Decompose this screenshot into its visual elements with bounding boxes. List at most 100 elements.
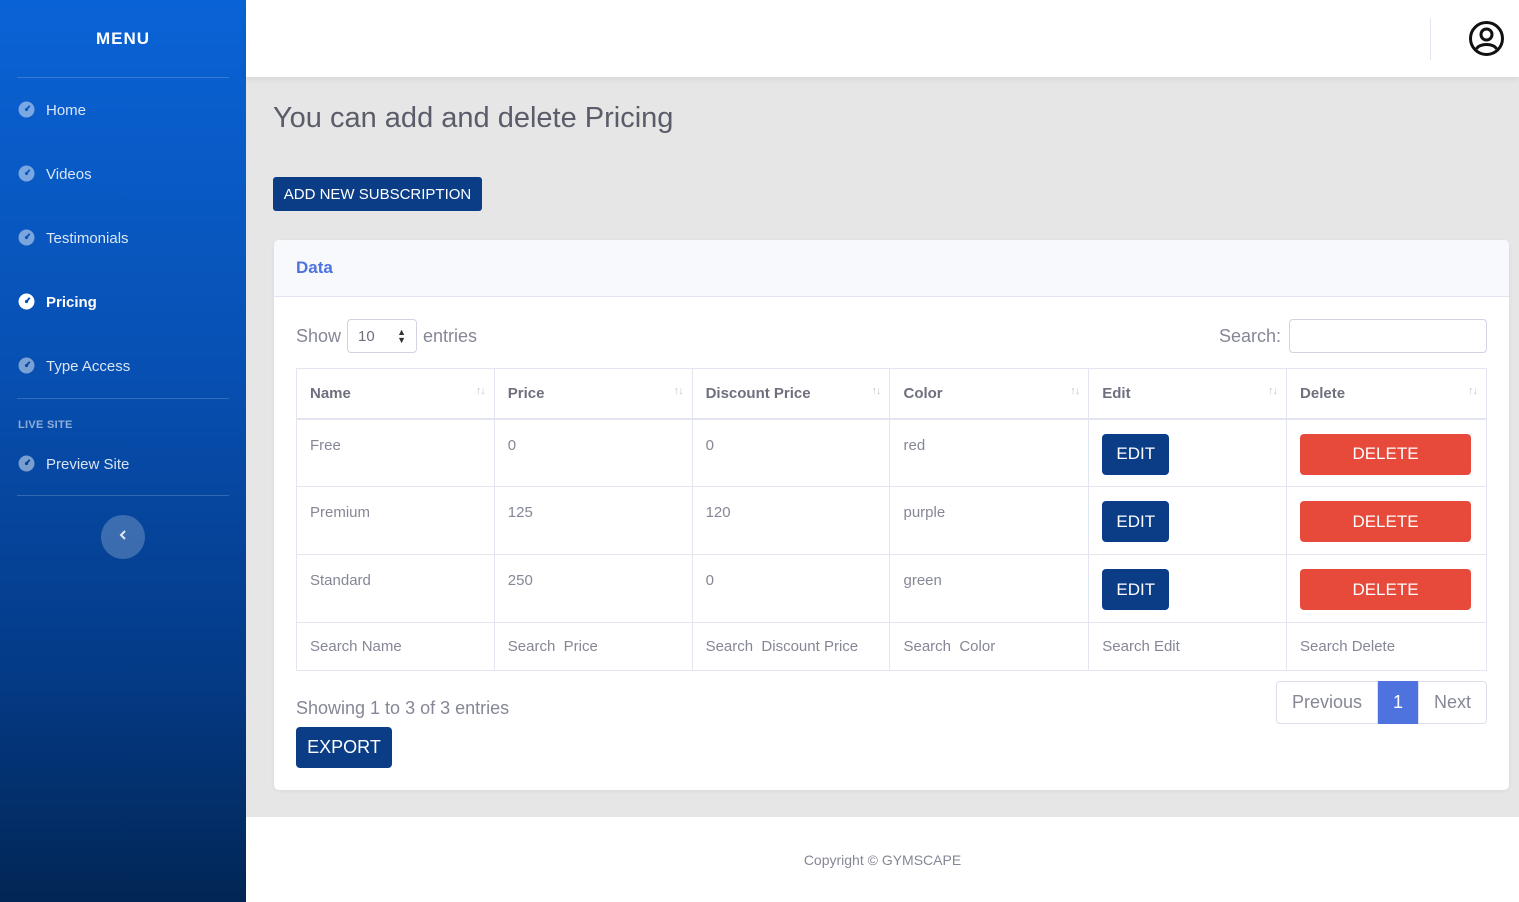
- table-search: Search:: [1219, 319, 1487, 353]
- sidebar-item-home[interactable]: Home: [0, 78, 246, 142]
- pagination-page-1[interactable]: 1: [1378, 681, 1418, 724]
- sidebar-item-type-access[interactable]: Type Access: [0, 334, 246, 398]
- edit-button[interactable]: EDIT: [1102, 569, 1170, 610]
- column-header-label: Color: [903, 384, 943, 402]
- sort-icon: ↑↓: [1268, 385, 1278, 397]
- cell-color: green: [889, 554, 1090, 623]
- sidebar-item-label: Videos: [46, 165, 92, 183]
- cell-name: Free: [296, 418, 495, 487]
- column-header-price[interactable]: Price ↑↓: [493, 368, 693, 420]
- cell-discount-price: 0: [691, 418, 891, 487]
- sidebar-item-testimonials[interactable]: Testimonials: [0, 206, 246, 270]
- cell-color: red: [889, 418, 1090, 487]
- entries-label: entries: [423, 325, 478, 346]
- cell-name: Standard: [296, 554, 495, 623]
- cell-edit: EDIT: [1088, 418, 1288, 487]
- page-title: You can add and delete Pricing: [273, 102, 674, 134]
- search-label: Search:: [1218, 325, 1281, 346]
- column-header-color[interactable]: Color ↑↓: [889, 368, 1090, 420]
- search-delete-field[interactable]: Search Delete: [1286, 622, 1487, 671]
- sidebar-divider: [17, 495, 229, 496]
- delete-button[interactable]: DELETE: [1300, 501, 1472, 542]
- cell-discount-price: 0: [691, 554, 891, 623]
- tachometer-icon: [18, 229, 36, 247]
- sidebar: MENU Home Videos Testimonials Pricing Ty…: [0, 0, 246, 902]
- cell-delete: DELETE: [1286, 486, 1487, 555]
- column-search-row: Search Name Search Price Search Discount…: [296, 622, 1487, 671]
- sort-updown-icon: ▲ ▼: [397, 327, 407, 345]
- data-card: Data Show 10 ▲ ▼ entries Search: Name ↑↓ P…: [274, 240, 1509, 790]
- entries-length-control: Show 10 ▲ ▼ entries: [296, 319, 477, 353]
- search-price-field[interactable]: Search Price: [493, 622, 693, 671]
- show-label: Show: [296, 325, 342, 346]
- sidebar-heading: LIVE SITE: [18, 419, 73, 431]
- table-header-row: Name ↑↓ Price ↑↓ Discount Price ↑↓ Color ↑↓ …: [296, 368, 1487, 420]
- sort-icon: ↑↓: [1070, 385, 1080, 397]
- column-header-discount-price[interactable]: Discount Price ↑↓: [691, 368, 891, 420]
- search-color-field[interactable]: Search Color: [889, 622, 1090, 671]
- edit-button[interactable]: EDIT: [1102, 501, 1170, 542]
- pagination-previous[interactable]: Previous: [1276, 681, 1378, 724]
- footer: Copyright © GYMSCAPE: [246, 817, 1519, 902]
- column-header-label: Price: [507, 384, 545, 402]
- column-header-delete[interactable]: Delete ↑↓: [1286, 368, 1487, 420]
- sort-icon: ↑↓: [1468, 385, 1478, 397]
- add-subscription-button[interactable]: ADD NEW SUBSCRIPTION: [273, 177, 482, 211]
- edit-button[interactable]: EDIT: [1102, 433, 1170, 475]
- pagination: Previous 1 Next: [1276, 681, 1487, 724]
- search-edit-field[interactable]: Search Edit: [1088, 622, 1288, 671]
- user-circle-icon[interactable]: [1468, 20, 1505, 57]
- column-header-label: Name: [310, 384, 351, 402]
- sidebar-item-label: Preview Site: [46, 455, 130, 473]
- cell-price: 125: [493, 486, 693, 555]
- entries-select-value: 10: [358, 327, 375, 345]
- sidebar-item-label: Pricing: [46, 293, 97, 311]
- sort-icon: ↑↓: [871, 385, 881, 397]
- pagination-next[interactable]: Next: [1418, 681, 1487, 724]
- tachometer-icon: [18, 455, 36, 473]
- column-header-edit[interactable]: Edit ↑↓: [1088, 368, 1288, 420]
- table-row: Standard 250 0 green EDIT DELETE: [296, 554, 1487, 623]
- cell-edit: EDIT: [1088, 486, 1288, 555]
- search-discount-price-field[interactable]: Search Discount Price: [691, 622, 891, 671]
- table-row: Premium 125 120 purple EDIT DELETE: [296, 486, 1487, 555]
- sort-icon: ↑↓: [475, 385, 486, 397]
- cell-color: purple: [889, 486, 1090, 555]
- table-row: Free 0 0 red EDIT DELETE: [296, 418, 1487, 487]
- chevron-left-icon: [117, 528, 129, 546]
- copyright-text: Copyright © GYMSCAPE: [803, 851, 962, 868]
- column-header-label: Discount Price: [705, 384, 811, 402]
- sidebar-item-label: Home: [46, 101, 87, 119]
- cell-price: 0: [493, 418, 693, 487]
- cell-discount-price: 120: [691, 486, 891, 555]
- cell-price: 250: [493, 554, 693, 623]
- tachometer-icon: [18, 101, 36, 119]
- sidebar-brand: MENU: [95, 28, 151, 48]
- sidebar-toggle-button[interactable]: [101, 515, 145, 559]
- cell-delete: DELETE: [1286, 418, 1487, 487]
- tachometer-icon: [18, 293, 36, 311]
- column-header-label: Edit: [1102, 384, 1131, 402]
- card-header: Data: [274, 240, 1509, 297]
- cell-name: Premium: [296, 486, 495, 555]
- export-button[interactable]: EXPORT: [296, 727, 392, 768]
- topbar: [246, 0, 1519, 77]
- delete-button[interactable]: DELETE: [1300, 433, 1472, 475]
- sidebar-item-preview-site[interactable]: Preview Site: [0, 433, 246, 495]
- table-info: Showing 1 to 3 of 3 entries: [296, 698, 510, 718]
- entries-select[interactable]: 10 ▲ ▼: [347, 319, 418, 353]
- sidebar-item-videos[interactable]: Videos: [0, 142, 246, 206]
- sidebar-item-label: Testimonials: [46, 229, 129, 247]
- tachometer-icon: [18, 357, 36, 375]
- cell-edit: EDIT: [1088, 554, 1288, 623]
- column-header-name[interactable]: Name ↑↓: [296, 368, 495, 420]
- column-header-label: Delete: [1300, 384, 1346, 402]
- delete-button[interactable]: DELETE: [1300, 569, 1472, 610]
- search-name-field[interactable]: Search Name: [296, 622, 495, 671]
- tachometer-icon: [18, 165, 36, 183]
- search-input[interactable]: [1289, 319, 1487, 353]
- sort-icon: ↑↓: [673, 385, 684, 397]
- sidebar-item-pricing[interactable]: Pricing: [0, 270, 246, 334]
- sidebar-item-label: Type Access: [46, 357, 131, 375]
- topbar-divider: [1430, 18, 1431, 60]
